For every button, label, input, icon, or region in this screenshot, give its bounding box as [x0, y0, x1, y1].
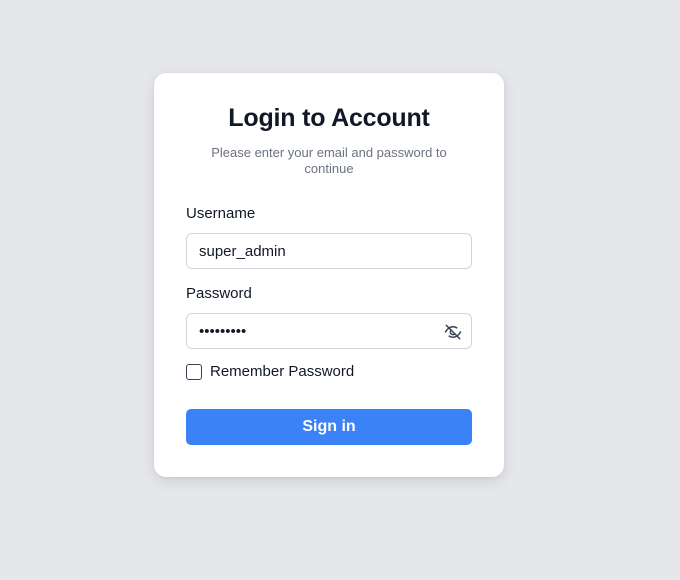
password-label: Password — [186, 285, 252, 302]
eye-off-icon[interactable] — [442, 321, 464, 343]
sign-in-button[interactable]: Sign in — [186, 409, 472, 445]
password-input[interactable] — [187, 314, 471, 348]
password-field-wrapper — [186, 313, 472, 349]
remember-password-label: Remember Password — [210, 363, 355, 380]
remember-password-checkbox[interactable] — [186, 363, 202, 380]
username-input[interactable] — [187, 234, 471, 268]
username-field-wrapper — [186, 233, 472, 269]
page-title: Login to Account — [228, 104, 430, 132]
remember-password-row[interactable]: Remember Password — [186, 363, 354, 380]
login-card: Login to Account Please enter your email… — [154, 73, 504, 477]
username-label: Username — [186, 205, 256, 222]
page-subtitle: Please enter your email and password to … — [211, 145, 447, 176]
